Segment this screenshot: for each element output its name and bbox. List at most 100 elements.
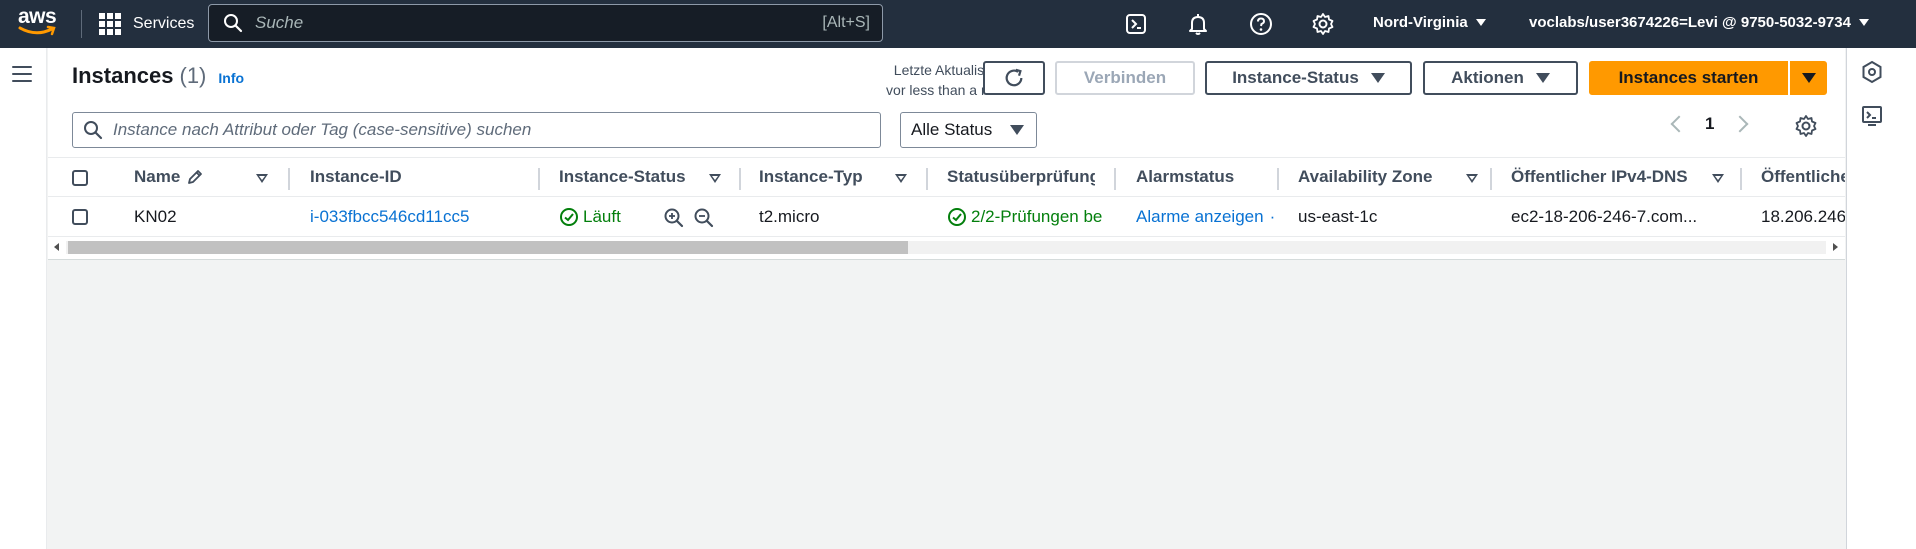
launch-instances-button[interactable]: Instances starten	[1589, 61, 1788, 95]
services-menu-button[interactable]: Services	[99, 11, 194, 37]
cell-instance-type: t2.micro	[759, 206, 820, 226]
global-search-input[interactable]	[243, 13, 823, 33]
sort-icon[interactable]	[256, 174, 268, 183]
column-resizer[interactable]	[1277, 168, 1279, 190]
bell-icon[interactable]	[1186, 12, 1210, 36]
column-header-status-check-label: Statusüberprüfung	[947, 167, 1095, 186]
search-icon	[224, 14, 243, 33]
gear-icon[interactable]	[1311, 12, 1335, 36]
instance-id-link[interactable]: i-033fbcc546cd11cc5	[310, 197, 530, 236]
sort-icon[interactable]	[1466, 174, 1478, 183]
instance-filter[interactable]	[72, 112, 881, 148]
column-header-instance-id-label: Instance-ID	[310, 167, 402, 186]
cloudshell-icon[interactable]	[1124, 12, 1148, 36]
account-label: voclabs/user3674226=Levi @ 9750-5032-973…	[1529, 14, 1851, 31]
menu-icon[interactable]	[12, 66, 32, 82]
column-resizer[interactable]	[1490, 168, 1492, 190]
status-filter-select[interactable]: Alle Status	[900, 112, 1037, 148]
instance-state-label: Instance-Status	[1232, 68, 1359, 87]
view-alarms-link[interactable]: Alarme anzeigen	[1136, 207, 1264, 227]
next-page-icon[interactable]	[1731, 115, 1749, 133]
details-area-empty	[48, 260, 1845, 549]
column-resizer[interactable]	[1114, 168, 1116, 190]
caret-down-icon	[1535, 73, 1550, 83]
pencil-icon	[188, 170, 203, 184]
column-header-alarm-status[interactable]: Alarmstatus	[1136, 158, 1276, 196]
add-alarm-icon[interactable]: ·	[1270, 207, 1276, 227]
cell-public-dns: ec2-18-206-246-7.com...	[1511, 206, 1698, 226]
pagination: 1	[1670, 114, 1749, 134]
instance-state-button[interactable]: Instance-Status	[1205, 61, 1412, 95]
zoom-out-icon[interactable]	[693, 207, 714, 228]
caret-down-icon	[1801, 73, 1816, 83]
services-grid-icon	[99, 13, 121, 35]
tools-panel-icon[interactable]	[1860, 60, 1884, 84]
cell-public-ip: 18.206.246	[1761, 206, 1845, 226]
scrollbar-thumb[interactable]	[68, 241, 908, 254]
column-resizer[interactable]	[1740, 168, 1742, 190]
current-page[interactable]: 1	[1705, 114, 1714, 134]
previous-page-icon[interactable]	[1670, 115, 1688, 133]
column-header-instance-id[interactable]: Instance-ID	[310, 158, 480, 196]
instance-count: (1)	[179, 63, 207, 88]
column-header-instance-status-label: Instance-Status	[559, 167, 686, 186]
scroll-right-icon[interactable]	[1833, 243, 1838, 251]
region-label: Nord-Virginia	[1373, 14, 1468, 31]
refresh-button[interactable]	[983, 61, 1045, 95]
info-link[interactable]: Info	[218, 70, 244, 86]
cell-status-check: 2/2-Prüfungen be	[947, 197, 1115, 236]
cell-alarm-status: Alarme anzeigen ·	[1136, 197, 1280, 236]
instances-panel: Instances (1) Info Letzte Aktualisierung…	[48, 48, 1845, 260]
aws-logo[interactable]: aws	[18, 6, 60, 42]
scroll-left-icon[interactable]	[54, 243, 59, 251]
column-header-alarm-status-label: Alarmstatus	[1136, 167, 1235, 186]
column-resizer[interactable]	[926, 168, 928, 190]
column-header-availability-zone[interactable]: Availability Zone	[1298, 158, 1458, 196]
connect-button-label: Verbinden	[1083, 68, 1167, 87]
page-title: Instances (1) Info	[72, 63, 244, 89]
account-menu[interactable]: voclabs/user3674226=Levi @ 9750-5032-973…	[1529, 14, 1869, 31]
table-row[interactable]: KN02 i-033fbcc546cd11cc5 Läuft t2.micro	[48, 197, 1845, 237]
instance-filter-input[interactable]	[103, 120, 880, 140]
row-select-checkbox[interactable]	[72, 209, 88, 225]
connect-button[interactable]: Verbinden	[1055, 61, 1195, 95]
tools-panel-collapsed	[1846, 48, 1916, 549]
region-selector[interactable]: Nord-Virginia	[1373, 14, 1486, 31]
launch-instances-label: Instances starten	[1618, 68, 1759, 87]
column-resizer[interactable]	[288, 168, 290, 190]
column-header-public-ip[interactable]: Öffentliche	[1761, 158, 1845, 196]
page-title-text: Instances	[72, 63, 174, 88]
select-all-checkbox[interactable]	[72, 170, 88, 186]
column-header-name[interactable]: Name	[134, 158, 244, 196]
global-search[interactable]: [Alt+S]	[208, 4, 883, 42]
column-header-instance-status[interactable]: Instance-Status	[559, 158, 699, 196]
nav-divider	[81, 10, 82, 38]
caret-down-icon	[1010, 125, 1024, 135]
column-header-public-dns[interactable]: Öffentlicher IPv4-DNS	[1511, 158, 1701, 196]
status-check-text: 2/2-Prüfungen be	[971, 206, 1103, 226]
table-preferences-icon[interactable]	[1794, 114, 1818, 138]
zoom-in-icon[interactable]	[663, 207, 684, 228]
column-header-instance-type[interactable]: Instance-Typ	[759, 158, 889, 196]
column-resizer[interactable]	[538, 168, 540, 190]
column-header-availability-zone-label: Availability Zone	[1298, 167, 1433, 186]
sort-icon[interactable]	[895, 174, 907, 183]
column-resizer[interactable]	[739, 168, 741, 190]
launch-instances-dropdown[interactable]	[1790, 61, 1827, 95]
help-icon[interactable]	[1249, 12, 1273, 36]
actions-button[interactable]: Aktionen	[1423, 61, 1578, 95]
actions-label: Aktionen	[1451, 68, 1524, 87]
sort-icon[interactable]	[1712, 174, 1724, 183]
column-header-public-ip-label: Öffentliche	[1761, 167, 1845, 186]
console-panel-icon[interactable]	[1860, 104, 1884, 128]
sort-icon[interactable]	[709, 174, 721, 183]
horizontal-scrollbar[interactable]	[48, 237, 1845, 256]
search-shortcut-hint: [Alt+S]	[822, 14, 870, 31]
column-header-instance-type-label: Instance-Typ	[759, 167, 863, 186]
cell-availability-zone: us-east-1c	[1298, 206, 1378, 226]
top-navigation: aws Services [Alt+S]	[0, 0, 1916, 48]
column-header-status-check[interactable]: Statusüberprüfung	[947, 158, 1095, 196]
side-navigation-collapsed	[0, 48, 47, 549]
aws-logo-text: aws	[18, 5, 57, 28]
search-icon	[84, 121, 103, 140]
